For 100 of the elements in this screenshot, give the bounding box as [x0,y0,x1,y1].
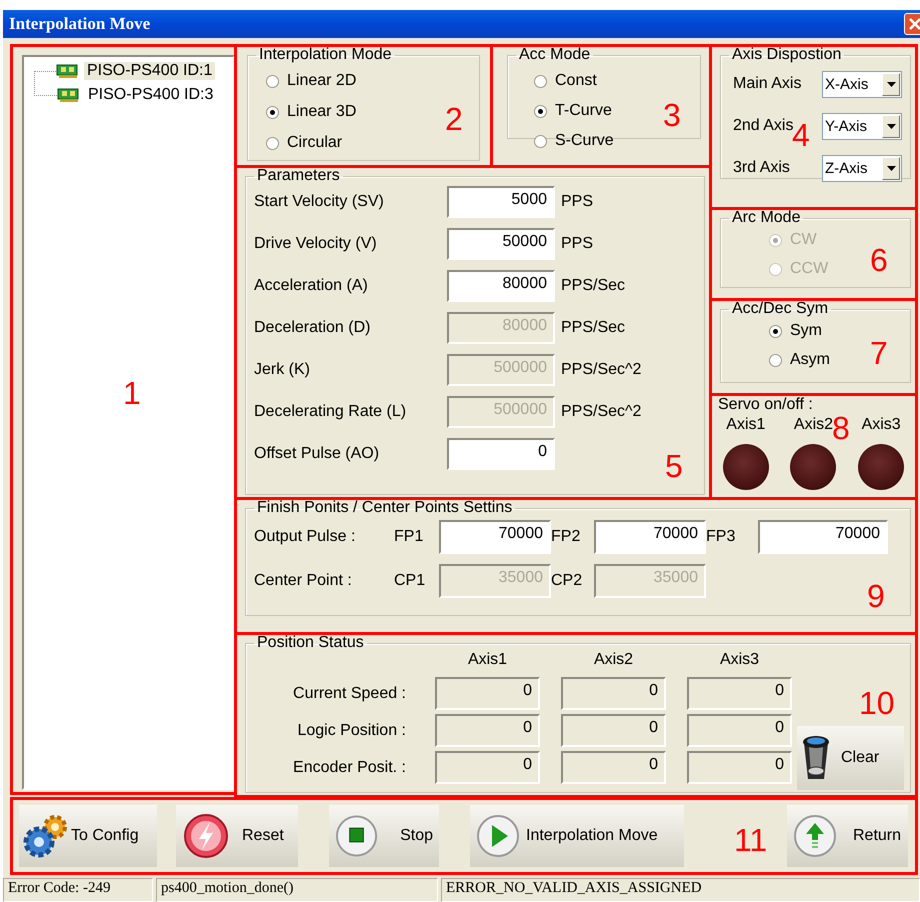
radio-button[interactable] [266,74,279,88]
field-label: Offset Pulse (AO) [254,445,380,463]
group-title: Axis Dispostion [731,47,842,63]
radio-label: T-Curve [555,102,612,120]
field-label: 2nd Axis [733,117,794,134]
toolbar-button[interactable]: Return [787,805,908,867]
readout-field: 0 [561,751,666,784]
axis-label: Axis2 [794,416,834,433]
clear-button[interactable]: Clear [797,726,904,790]
field-label: FP2 [551,528,582,546]
column-header: Axis2 [592,651,634,670]
readout-field: 0 [435,714,540,747]
radio-label: Sym [790,322,822,340]
radio-button[interactable] [266,106,279,118]
annotation-number: 4 [792,119,810,151]
readout-field: 0 [561,714,666,747]
row-label: Encoder Posit. : [292,758,407,776]
annotation-number: 1 [123,377,141,409]
toolbar-button[interactable]: Stop [329,805,439,867]
radio-label: Asym [790,351,830,369]
field-label: Acceleration (A) [254,277,369,295]
unit-label: PPS [561,193,594,211]
field-label: Start Velocity (SV) [254,193,385,211]
stop-icon [335,814,378,858]
group-title: Acc/Dec Sym [731,301,830,317]
annotation-number: 8 [832,412,850,444]
close-icon [908,17,920,31]
status-text: ps400_motion_done() [156,878,438,902]
annotation-number: 9 [867,580,885,612]
radio-button[interactable] [769,324,782,338]
input-field[interactable]: 0 [447,438,555,470]
radio-label: CCW [790,260,828,278]
readout-field: 0 [687,677,792,710]
input-field[interactable]: 70000 [439,520,551,554]
field-label: Deceleration (D) [254,319,372,337]
radio-label: S-Curve [555,132,614,150]
row-label: Center Point : [254,572,353,590]
field-label: FP3 [706,528,736,546]
servo-lamp-button[interactable] [722,444,769,490]
readout-field: 0 [435,677,540,710]
status-text: ERROR_NO_VALID_AXIS_ASSIGNED [441,878,920,902]
input-field[interactable]: 70000 [594,520,706,554]
unit-label: PPS/Sec [561,277,626,295]
annotation-number: 10 [859,687,895,719]
radio-button[interactable] [266,136,279,150]
servo-lamp-button[interactable] [858,444,904,490]
tree-item[interactable]: PISO-PS400 ID:1 [84,62,216,80]
group-title: Interpolation Mode [258,47,393,63]
field-label: Main Axis [733,75,802,93]
row-label: Output Pulse : [254,528,356,546]
section-title: Servo on/off : [718,396,813,414]
input-field[interactable]: 70000 [758,520,888,554]
field-label: Drive Velocity (V) [254,235,378,253]
group-title: Finish Ponits / Center Points Settins [256,500,514,516]
unit-label: PPS/Sec [561,319,626,337]
radio-label: Linear 3D [287,103,356,121]
readout-field: 0 [687,714,792,747]
radio-button[interactable] [534,74,547,88]
annotation-number: 6 [870,244,888,276]
lightning-icon [182,812,230,860]
radio-label: Linear 2D [287,72,356,90]
field-label: FP1 [394,528,424,546]
radio-button[interactable] [534,134,547,148]
radio-label: CW [790,231,817,249]
caret-icon [886,82,896,86]
field-label: Decelerating Rate (L) [254,403,408,421]
row-label: Current Speed : [292,684,407,702]
toolbar-button[interactable]: Interpolation Move [470,805,684,867]
input-field[interactable]: 50000 [447,228,555,260]
annotation-number: 2 [445,103,463,135]
axis-label: Axis1 [726,416,766,434]
field-label: 3rd Axis [733,159,790,177]
dropdown[interactable]: Y-Axis [822,112,902,140]
status-text: Error Code: -249 [3,878,153,902]
toolbar-button[interactable]: Reset [176,805,298,867]
radio-button[interactable] [769,354,782,366]
unit-label: PPS [561,235,594,253]
field-label: Jerk (K) [254,361,311,379]
dropdown[interactable]: Z-Axis [822,154,902,182]
caret-icon [886,166,896,170]
column-header: Axis3 [718,651,760,670]
input-field[interactable]: 80000 [447,270,555,302]
tree-item[interactable]: PISO-PS400 ID:3 [85,86,216,104]
annotation-number: 11 [734,824,768,856]
radio-button[interactable] [534,104,547,118]
group-title: Parameters [256,168,341,184]
column-header: Axis1 [466,651,508,670]
annotation-number: 7 [870,337,888,369]
close-button[interactable] [904,13,920,35]
play-icon [476,814,520,858]
toolbar-button[interactable]: To Config [19,805,157,867]
input-field[interactable]: 5000 [447,186,555,218]
row-label: Logic Position : [296,722,407,740]
annotation-number: 5 [665,450,683,482]
readout-field: 0 [561,677,666,710]
circuit-board-icon [56,64,80,78]
dropdown[interactable]: X-Axis [822,70,902,98]
field-label: CP1 [394,572,426,590]
annotation-number: 3 [663,99,681,131]
servo-lamp-button[interactable] [790,444,836,490]
